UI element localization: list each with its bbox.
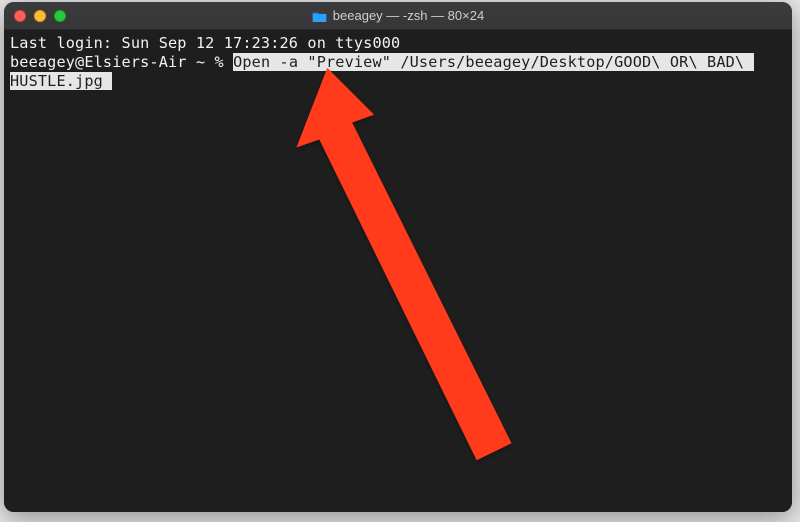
command-selected-1[interactable]: Open -a "Preview" /Users/beeagey/Desktop… (233, 53, 753, 71)
zoom-button[interactable] (54, 10, 66, 22)
annotation-arrow (4, 30, 792, 512)
folder-icon (312, 10, 327, 22)
prompt-line: beeagey@Elsiers-Air ~ % Open -a "Preview… (10, 53, 786, 72)
window-title-text: beeagey — -zsh — 80×24 (333, 8, 484, 23)
prompt-text: beeagey@Elsiers-Air ~ % (10, 53, 233, 71)
terminal-window: beeagey — -zsh — 80×24 Last login: Sun S… (4, 2, 792, 512)
command-selected-2[interactable]: HUSTLE.jpg (10, 72, 112, 90)
traffic-lights (14, 10, 66, 22)
command-wrap-line: HUSTLE.jpg (10, 72, 786, 91)
terminal-body[interactable]: Last login: Sun Sep 12 17:23:26 on ttys0… (4, 30, 792, 512)
titlebar[interactable]: beeagey — -zsh — 80×24 (4, 2, 792, 30)
last-login-line: Last login: Sun Sep 12 17:23:26 on ttys0… (10, 34, 786, 53)
minimize-button[interactable] (34, 10, 46, 22)
close-button[interactable] (14, 10, 26, 22)
title: beeagey — -zsh — 80×24 (4, 8, 792, 23)
